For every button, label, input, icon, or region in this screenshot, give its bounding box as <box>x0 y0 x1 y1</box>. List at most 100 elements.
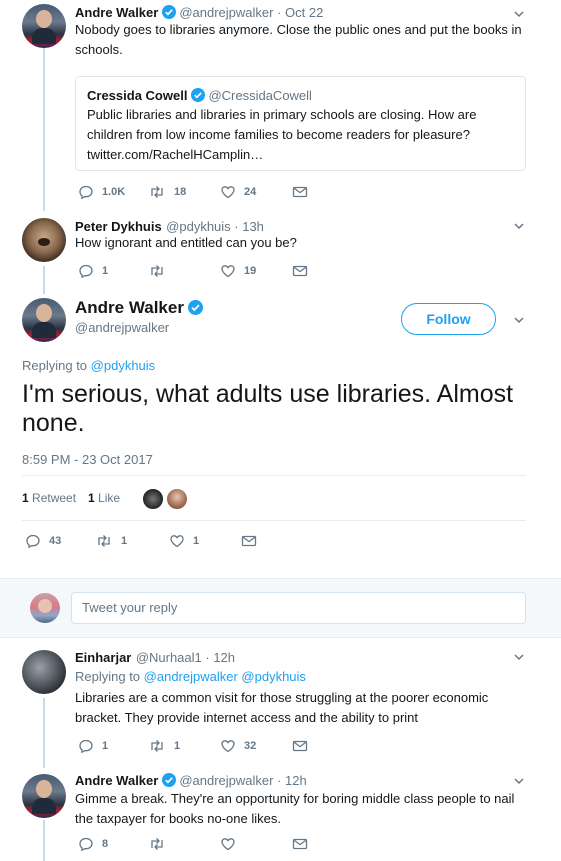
retweet-button[interactable] <box>148 835 174 853</box>
quoted-author-name: Cressida Cowell <box>87 88 188 103</box>
envelope-icon <box>292 186 308 198</box>
retweet-button[interactable]: 1 <box>95 532 127 550</box>
replying-to-link[interactable]: @andrejpwalker @pdykhuis <box>144 669 306 684</box>
reply-button[interactable]: 1 <box>78 262 108 280</box>
reply-button[interactable]: 43 <box>25 532 61 550</box>
author-handle[interactable]: @pdykhuis · 13h <box>166 219 264 234</box>
chevron-down-icon[interactable] <box>513 651 525 663</box>
avatar[interactable] <box>22 774 66 818</box>
tweet-text: I'm serious, what adults use libraries. … <box>22 380 514 437</box>
tweet-actions: 8 <box>78 835 378 853</box>
retweet-icon <box>151 838 163 850</box>
retweet-button[interactable] <box>148 262 174 280</box>
tweet-actions: 1 19 <box>78 262 378 280</box>
retweet-icon <box>98 535 110 547</box>
reply-count: 8 <box>102 838 109 850</box>
quoted-tweet[interactable]: Cressida Cowell @CressidaCowell Public li… <box>75 76 526 171</box>
retweet-stat-label: Retweet <box>32 491 77 505</box>
reply-count: 1 <box>102 265 109 277</box>
follow-button[interactable]: Follow <box>401 303 496 335</box>
tweet-text: How ignorant and entitled can you be? <box>75 235 297 250</box>
divider <box>22 520 526 521</box>
reply-count: 43 <box>49 535 62 547</box>
reply-button[interactable]: 1.0K <box>78 183 125 201</box>
replying-to-label: Replying to <box>75 669 141 684</box>
tweet-actions: 43 1 1 <box>25 532 325 550</box>
author-name[interactable]: Einharjar <box>75 650 131 665</box>
replying-to-label: Replying to <box>22 358 88 373</box>
liker-avatar[interactable] <box>166 488 188 510</box>
thread-line <box>43 266 45 294</box>
retweet-button[interactable]: 18 <box>148 183 186 201</box>
verified-badge-icon <box>187 300 203 315</box>
reply-icon <box>26 534 40 549</box>
like-button[interactable] <box>220 835 244 853</box>
retweet-button[interactable]: 1 <box>148 737 180 755</box>
like-button[interactable]: 1 <box>169 532 199 550</box>
direct-message-button[interactable] <box>292 835 308 853</box>
thread-line <box>43 46 45 211</box>
reply-icon <box>79 264 93 279</box>
retweet-count: 1 <box>121 535 128 547</box>
likers-avatars <box>142 488 190 510</box>
thread-line <box>43 820 45 861</box>
like-stat-label: Like <box>98 491 121 505</box>
thread-line <box>43 698 45 768</box>
tweet-actions: 1 1 32 <box>78 737 378 755</box>
current-user-avatar[interactable] <box>30 593 60 623</box>
reply-input[interactable]: Tweet your reply <box>71 592 526 624</box>
author-handle[interactable]: @andrejpwalker · 12h <box>179 773 306 788</box>
avatar[interactable] <box>22 298 66 342</box>
tweet-actions: 1.0K 18 24 <box>78 183 378 201</box>
direct-message-button[interactable] <box>292 183 308 201</box>
like-button[interactable]: 32 <box>220 737 256 755</box>
replying-to-link[interactable]: @pdykhuis <box>91 358 156 373</box>
reply-icon <box>79 185 93 200</box>
reply-count: 1.0K <box>102 186 126 198</box>
chevron-down-icon[interactable] <box>513 775 525 787</box>
like-count: 24 <box>244 186 257 198</box>
reply-button[interactable]: 8 <box>78 835 108 853</box>
verified-badge-icon <box>162 773 177 787</box>
liker-avatar[interactable] <box>142 488 164 510</box>
author-name[interactable]: Andre Walker <box>75 5 158 20</box>
direct-message-button[interactable] <box>292 262 308 280</box>
author-handle[interactable]: @andrejpwalker · Oct 22 <box>179 5 323 20</box>
author-name[interactable]: Peter Dykhuis <box>75 219 162 234</box>
divider <box>22 475 526 476</box>
like-button[interactable]: 19 <box>220 262 256 280</box>
retweet-count: 18 <box>174 186 187 198</box>
retweet-stat-count: 1 <box>22 491 29 505</box>
replying-to: Replying to @andrejpwalker @pdykhuis <box>75 669 306 684</box>
retweet-stats[interactable]: 1 Retweet <box>22 491 76 505</box>
like-stats[interactable]: 1 Like <box>88 491 120 505</box>
heart-icon <box>221 838 235 851</box>
verified-badge-icon <box>191 88 206 102</box>
retweet-icon <box>151 265 163 277</box>
chevron-down-icon[interactable] <box>513 314 525 326</box>
chevron-down-icon[interactable] <box>513 8 525 20</box>
heart-icon <box>221 740 235 753</box>
tweet-text: Nobody goes to libraries anymore. Close … <box>75 22 522 57</box>
avatar[interactable] <box>22 218 66 262</box>
timestamp[interactable]: 8:59 PM - 23 Oct 2017 <box>22 452 153 467</box>
heart-icon <box>170 535 184 548</box>
avatar[interactable] <box>22 4 66 48</box>
avatar[interactable] <box>22 650 66 694</box>
author-name[interactable]: Andre Walker <box>75 773 158 788</box>
author-handle[interactable]: @Nurhaal1 · 12h <box>136 650 235 665</box>
author-handle[interactable]: @andrejpwalker <box>75 320 169 335</box>
like-stat-count: 1 <box>88 491 95 505</box>
like-count: 1 <box>193 535 200 547</box>
direct-message-button[interactable] <box>292 737 308 755</box>
envelope-icon <box>292 838 308 850</box>
author-name[interactable]: Andre Walker <box>75 298 206 318</box>
chevron-down-icon[interactable] <box>513 220 525 232</box>
reply-button[interactable]: 1 <box>78 737 108 755</box>
retweet-icon <box>151 186 163 198</box>
like-button[interactable]: 24 <box>220 183 256 201</box>
like-count: 19 <box>244 265 257 277</box>
direct-message-button[interactable] <box>241 532 257 550</box>
envelope-icon <box>241 535 257 547</box>
quoted-author-handle: @CressidaCowell <box>208 88 312 103</box>
